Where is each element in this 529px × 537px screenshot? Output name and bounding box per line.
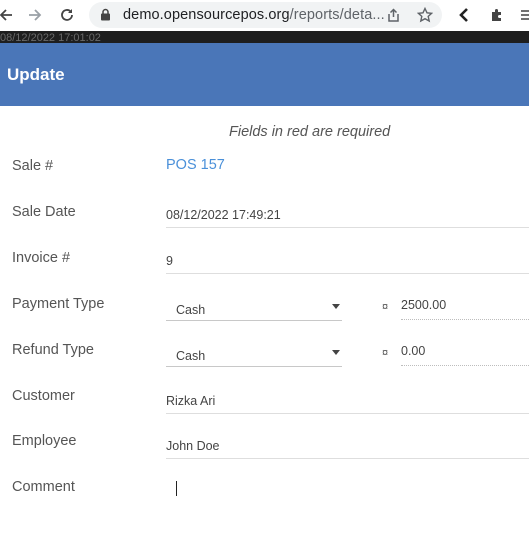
payment-type-label: Payment Type [12, 296, 105, 312]
comment-textarea[interactable] [166, 475, 529, 515]
comment-label: Comment [12, 479, 75, 495]
payment-type-selected: Cash [176, 303, 206, 317]
payment-type-select[interactable]: Cash [166, 297, 342, 321]
employee-value: John Doe [166, 439, 220, 453]
customer-value: Rizka Ari [166, 394, 216, 408]
background-page-strip: 08/12/2022 17:01:02 [0, 31, 529, 43]
chevron-left-icon[interactable] [452, 4, 476, 26]
modal-title: Update [7, 65, 65, 84]
sale-number-label: Sale # [12, 158, 54, 174]
lock-icon [100, 8, 111, 26]
payment-amount-input[interactable]: 2500.00 [401, 298, 529, 320]
bookmark-star-icon[interactable] [416, 6, 434, 24]
required-fields-note: Fields in red are required [229, 124, 391, 140]
refund-type-select[interactable]: Cash [166, 343, 342, 367]
reload-icon[interactable] [55, 4, 79, 26]
payment-amount-value: 2500.00 [401, 298, 447, 312]
menu-icon[interactable] [514, 4, 529, 26]
sale-number-link[interactable]: POS 157 [166, 157, 225, 173]
invoice-value: 9 [166, 254, 173, 268]
forward-arrow-icon[interactable] [23, 4, 47, 26]
back-arrow-icon[interactable] [0, 4, 18, 26]
employee-input[interactable]: John Doe [166, 435, 529, 459]
sale-date-label: Sale Date [12, 204, 76, 220]
extensions-puzzle-icon[interactable] [485, 4, 509, 26]
dropdown-caret-icon [332, 350, 340, 355]
browser-toolbar: demo.opensourcepos.org/reports/deta... [0, 0, 529, 31]
currency-icon: ¤ [382, 301, 389, 313]
dropdown-caret-icon [332, 304, 340, 309]
refund-type-label: Refund Type [12, 342, 94, 358]
refund-amount-input[interactable]: 0.00 [401, 344, 529, 366]
invoice-label: Invoice # [12, 250, 71, 266]
employee-label: Employee [12, 433, 77, 449]
sale-date-input[interactable]: 08/12/2022 17:49:21 [166, 204, 529, 228]
url-text: demo.opensourcepos.org/reports/deta... [123, 7, 385, 23]
refund-type-selected: Cash [176, 349, 206, 363]
address-bar[interactable]: demo.opensourcepos.org/reports/deta... [89, 2, 442, 28]
customer-label: Customer [12, 388, 75, 404]
currency-icon: ¤ [382, 347, 389, 359]
share-icon[interactable] [384, 6, 402, 24]
text-cursor [176, 481, 177, 496]
sale-date-value: 08/12/2022 17:49:21 [166, 208, 281, 222]
modal-header: Update [0, 43, 529, 106]
background-strip-text: 08/12/2022 17:01:02 [0, 32, 101, 43]
customer-input[interactable]: Rizka Ari [166, 390, 529, 414]
refund-amount-value: 0.00 [401, 344, 426, 358]
invoice-input[interactable]: 9 [166, 250, 529, 274]
